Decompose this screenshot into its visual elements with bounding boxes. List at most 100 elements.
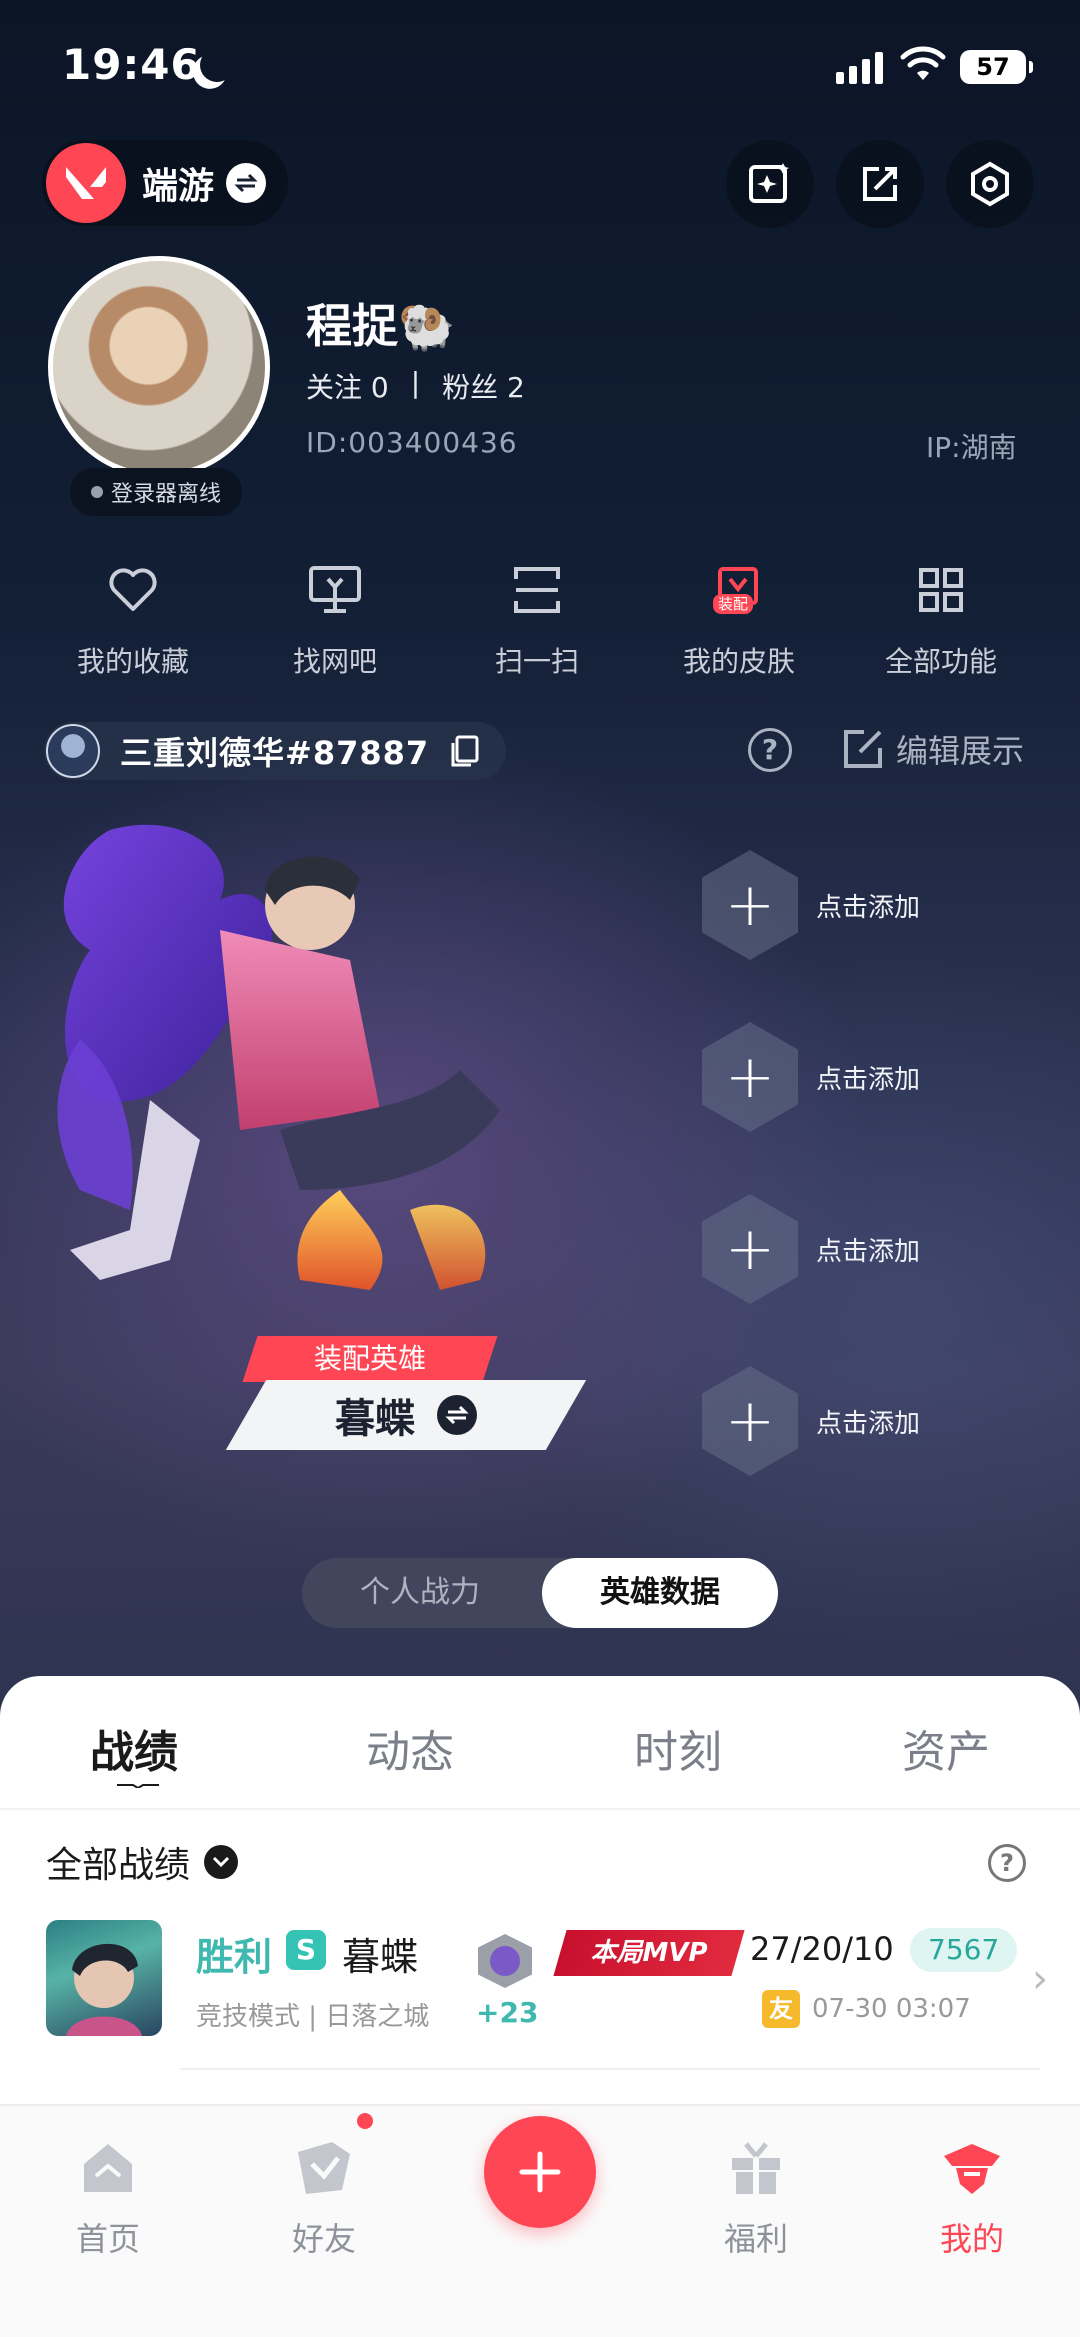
tab-activity[interactable]: 动态 xyxy=(366,1716,454,1780)
active-tab-indicator xyxy=(117,1784,159,1788)
plus-icon xyxy=(519,2151,561,2193)
login-status-badge: 登录器离线 xyxy=(70,468,242,516)
share-icon xyxy=(863,167,897,201)
menu-label: 我的皮肤 xyxy=(682,645,795,678)
menu-label: 我的收藏 xyxy=(76,645,189,678)
records-filter[interactable]: 全部战绩 xyxy=(46,1836,239,1888)
agent-name-plate[interactable]: 暮蝶 xyxy=(225,1380,587,1450)
avatar[interactable] xyxy=(48,256,270,478)
friend-badge: 友 xyxy=(762,1990,800,2028)
add-slot-label: 点击添加 xyxy=(816,1064,921,1095)
add-slot-label: 点击添加 xyxy=(816,1236,921,1267)
swap-icon xyxy=(226,163,267,203)
match-result: 胜利 xyxy=(196,1935,273,1979)
swap-agent-icon[interactable] xyxy=(437,1395,477,1435)
row-divider xyxy=(180,2068,1040,2070)
nav-label: 好友 xyxy=(291,2220,356,2258)
match-kda: 27/20/10 xyxy=(750,1930,894,1968)
fans-count[interactable]: 粉丝 2 xyxy=(442,366,525,406)
menu-label: 全部功能 xyxy=(884,645,997,678)
account-name: 三重刘德华#87887 xyxy=(120,734,430,772)
stats-separator: | xyxy=(410,366,421,399)
sparkle-card-icon xyxy=(749,163,789,203)
nav-rewards[interactable]: 福利 xyxy=(686,2136,826,2260)
game-account-chip[interactable]: 三重刘德华#87887 xyxy=(44,722,506,780)
tab-records[interactable]: 战绩 xyxy=(90,1716,178,1780)
help-icon[interactable]: ? xyxy=(748,728,792,772)
ai-sparkle-button[interactable] xyxy=(726,140,814,228)
following-count[interactable]: 关注 0 xyxy=(306,366,389,406)
game-switcher[interactable]: 端游 xyxy=(42,140,288,226)
follow-stats: 关注 0 | 粉丝 2 xyxy=(306,366,525,406)
nav-profile[interactable]: 我的 xyxy=(902,2136,1042,2260)
grid-icon xyxy=(911,560,971,620)
plus-icon: + xyxy=(702,850,798,960)
stats-segmented-control: 个人战力 英雄数据 xyxy=(302,1558,778,1628)
tab-assets[interactable]: 资产 xyxy=(902,1716,990,1780)
valorant-logo-icon xyxy=(46,143,126,223)
nav-label: 首页 xyxy=(75,2220,140,2258)
profile-icon xyxy=(944,2144,1000,2194)
menu-internet-cafe[interactable]: 找网吧 xyxy=(250,560,420,680)
agent-artwork[interactable] xyxy=(40,810,600,1350)
add-slot-label: 点击添加 xyxy=(816,1408,921,1439)
menu-skins[interactable]: 装配 我的皮肤 xyxy=(654,560,824,680)
signal-icon xyxy=(836,50,883,84)
username: 程捉🐏 xyxy=(306,299,456,353)
add-slot[interactable]: + 点击添加 xyxy=(702,845,1042,965)
match-score: 7567 xyxy=(910,1928,1018,1972)
tab-moments[interactable]: 时刻 xyxy=(634,1716,722,1780)
filter-label: 全部战绩 xyxy=(46,1845,191,1886)
menu-label: 找网吧 xyxy=(292,645,377,678)
status-time: 19:46 xyxy=(62,40,201,89)
nav-home[interactable]: 首页 xyxy=(38,2136,178,2260)
home-icon xyxy=(84,2144,132,2192)
nav-label: 我的 xyxy=(939,2220,1004,2258)
monitor-icon xyxy=(305,560,365,620)
battery-indicator: 57 xyxy=(960,50,1033,84)
add-slot[interactable]: + 点击添加 xyxy=(702,1361,1042,1481)
wifi-icon xyxy=(900,46,946,80)
plus-icon: + xyxy=(702,1022,798,1132)
equipped-agent-tag-text: 装配英雄 xyxy=(313,1342,426,1375)
rank-delta: +23 xyxy=(476,1996,539,2029)
copy-icon[interactable] xyxy=(447,734,481,768)
menu-label: 扫一扫 xyxy=(494,645,579,678)
scan-icon xyxy=(507,560,567,620)
mvp-badge: 本局MVP xyxy=(553,1930,745,1976)
heart-icon xyxy=(103,560,163,620)
segment-agent-data[interactable]: 英雄数据 xyxy=(542,1558,778,1628)
match-agent-name: 暮蝶 xyxy=(342,1935,419,1979)
ip-location: IP:湖南 xyxy=(926,431,1017,464)
edit-display-button[interactable]: 编辑展示 xyxy=(842,726,1024,772)
user-id: ID:003400436 xyxy=(306,426,518,459)
nav-friends[interactable]: 好友 xyxy=(254,2136,394,2260)
account-avatar xyxy=(46,724,100,778)
settings-button[interactable] xyxy=(946,140,1034,228)
add-slot[interactable]: + 点击添加 xyxy=(702,1017,1042,1137)
menu-all-functions[interactable]: 全部功能 xyxy=(856,560,1026,680)
friends-notification-dot xyxy=(354,2110,376,2132)
mvp-badge-text: 本局MVP xyxy=(590,1938,708,1968)
mode-badge: S xyxy=(286,1930,326,1970)
rank-icon xyxy=(478,1934,532,1988)
chevron-right-icon[interactable]: › xyxy=(1032,1956,1048,2002)
offline-dot-icon xyxy=(90,486,103,498)
edit-display-label: 编辑展示 xyxy=(896,732,1025,770)
gear-icon xyxy=(971,161,1009,207)
equipped-agent-tag: 装配英雄 xyxy=(242,1336,498,1382)
agent-name: 暮蝶 xyxy=(335,1396,415,1442)
nav-label: 福利 xyxy=(723,2220,788,2258)
match-meta: 竞技模式 | 日落之城 xyxy=(196,2002,430,2032)
gift-icon xyxy=(732,2142,780,2194)
match-time: 07-30 03:07 xyxy=(812,1994,971,2024)
menu-favorites[interactable]: 我的收藏 xyxy=(48,560,218,680)
create-post-button[interactable] xyxy=(484,2116,596,2228)
friends-icon xyxy=(298,2142,350,2194)
add-slot[interactable]: + 点击添加 xyxy=(702,1189,1042,1309)
share-button[interactable] xyxy=(836,140,924,228)
equip-badge: 装配 xyxy=(713,594,754,614)
menu-scan[interactable]: 扫一扫 xyxy=(452,560,622,680)
segment-personal-power[interactable]: 个人战力 xyxy=(302,1558,538,1628)
records-help-icon[interactable]: ? xyxy=(988,1844,1026,1882)
